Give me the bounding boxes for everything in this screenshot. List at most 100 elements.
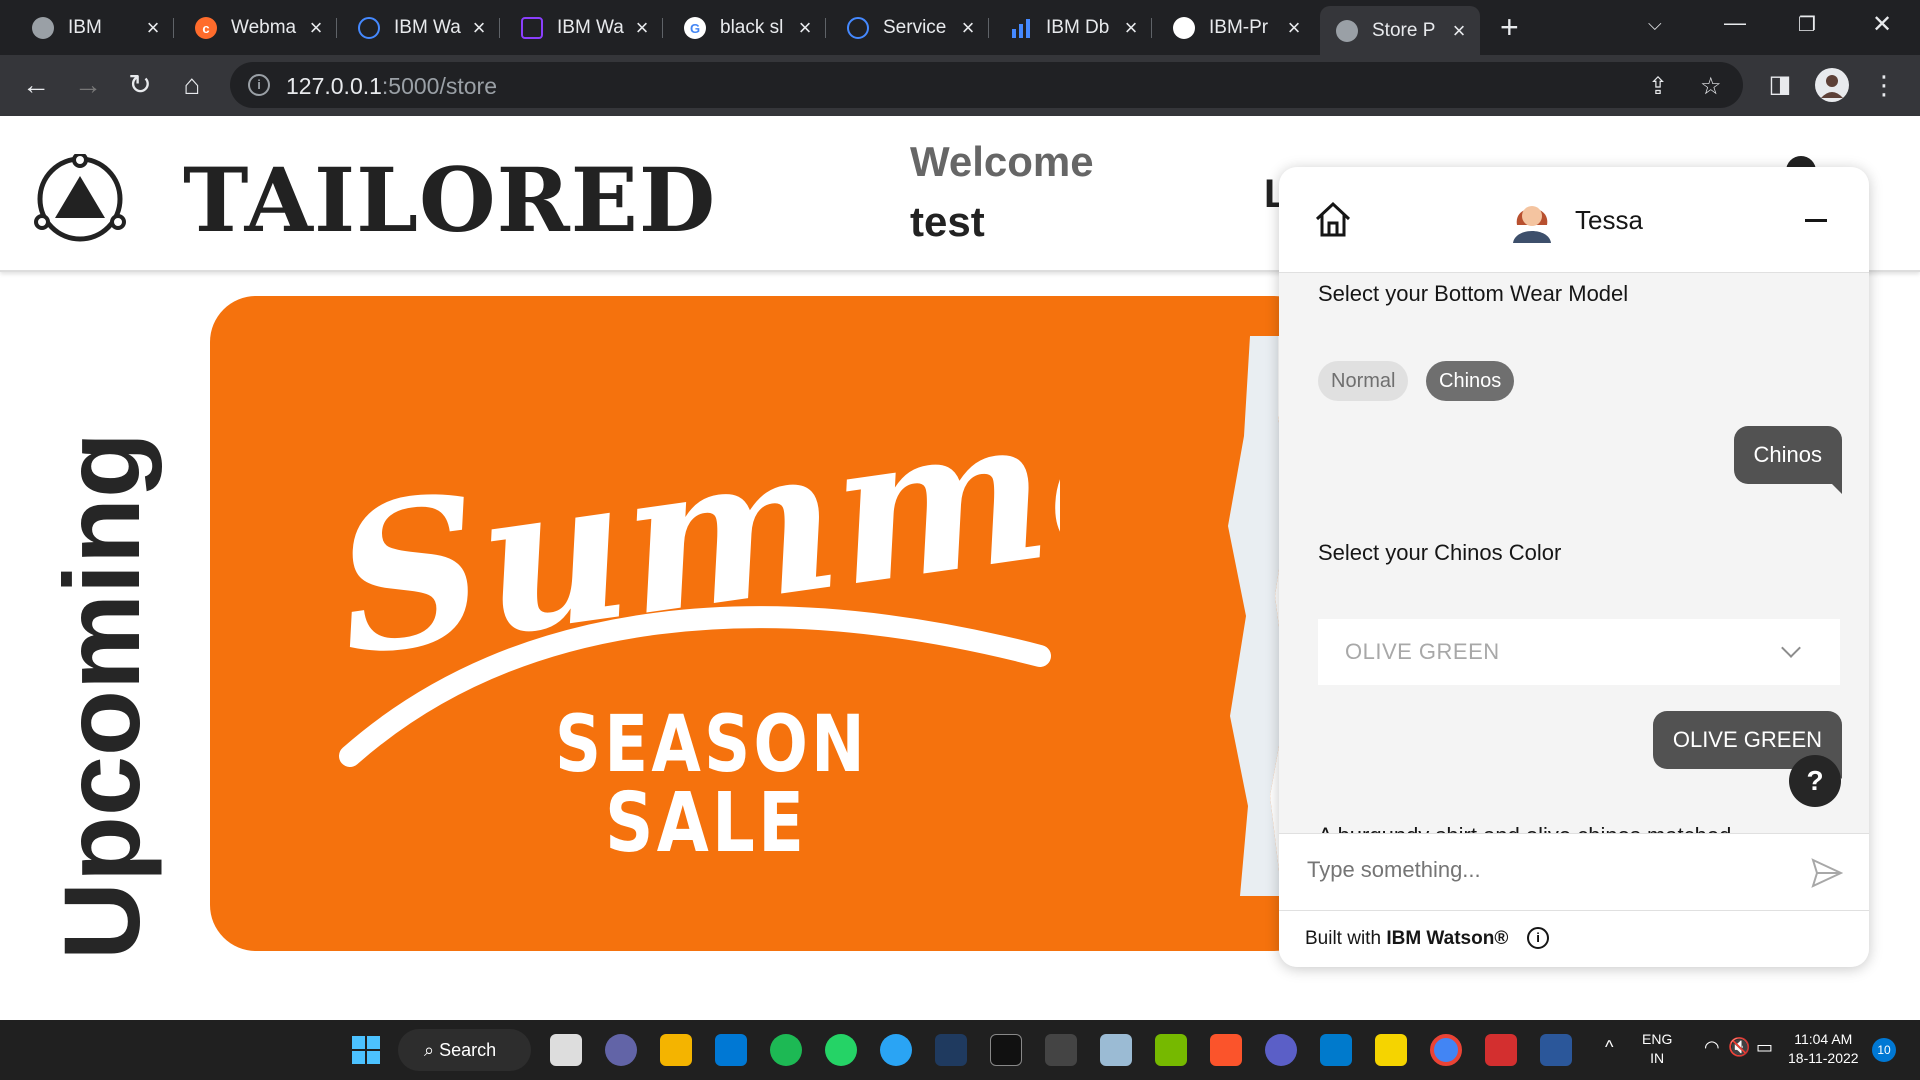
tab-service[interactable]: Service × [831, 8, 989, 48]
close-icon[interactable]: × [1448, 18, 1470, 44]
option-normal-button[interactable]: Normal [1318, 361, 1409, 401]
tab-title: IBM-Pr [1209, 17, 1269, 38]
globe-icon [32, 17, 54, 39]
app-icon[interactable] [1375, 1034, 1407, 1066]
windows-taskbar: ⌕ Search ^ ENG IN ◠ 🔇 ▭ 11:04 AM 18-11-202… [0, 1020, 1920, 1080]
wps-icon[interactable] [1485, 1034, 1517, 1066]
task-view-icon[interactable] [550, 1034, 582, 1066]
wifi-icon[interactable]: ◠ [1704, 1038, 1720, 1057]
profile-avatar[interactable] [1814, 67, 1850, 103]
url-text[interactable]: 127.0.0.1:5000/store [286, 73, 497, 100]
close-window-icon[interactable]: ✕ [1872, 10, 1892, 39]
tab-search-chevron-icon[interactable]: ⌵ [1648, 14, 1662, 35]
send-icon[interactable] [1811, 858, 1843, 888]
close-icon[interactable]: × [794, 15, 816, 41]
option-chinos-button[interactable]: Chinos [1426, 361, 1515, 401]
close-icon[interactable]: × [957, 15, 979, 41]
word-icon[interactable] [1540, 1034, 1572, 1066]
address-bar[interactable]: i 127.0.0.1:5000/store ⇪ ☆ [230, 62, 1743, 108]
google-icon: G [684, 17, 706, 39]
tab-ibm-watson-2[interactable]: IBM Wa × [505, 8, 663, 48]
built-with-label: Built with IBM Watson® [1305, 928, 1509, 949]
tab-ibm-db[interactable]: IBM Db × [994, 8, 1152, 48]
close-icon[interactable]: × [1283, 15, 1305, 41]
volume-muted-icon[interactable]: 🔇 [1728, 1038, 1750, 1057]
close-icon[interactable]: × [631, 15, 653, 41]
browser-toolbar: ← → ↻ ⌂ i 127.0.0.1:5000/store ⇪ ☆ ◨ ⋮ [0, 55, 1920, 116]
taskbar-search[interactable]: ⌕ Search [398, 1029, 531, 1071]
side-panel-icon[interactable]: ◨ [1762, 67, 1798, 103]
help-app-icon[interactable] [880, 1034, 912, 1066]
teams-chat-icon[interactable] [605, 1034, 637, 1066]
windows-start-icon[interactable] [350, 1034, 382, 1066]
home-icon[interactable] [1313, 199, 1353, 239]
file-explorer-icon[interactable] [660, 1034, 692, 1066]
nvidia-icon[interactable] [1155, 1034, 1187, 1066]
menu-kebab-icon[interactable]: ⋮ [1866, 67, 1902, 103]
brave-icon[interactable] [1210, 1034, 1242, 1066]
home-icon[interactable]: ⌂ [174, 67, 210, 103]
restore-icon[interactable]: ❐ [1798, 12, 1816, 37]
tab-store-active[interactable]: Store P × [1320, 6, 1480, 55]
chrome-icon[interactable] [1430, 1034, 1462, 1066]
vscode-icon[interactable] [1320, 1034, 1352, 1066]
svg-text:Summer: Summer [322, 356, 1060, 702]
chat-input[interactable] [1307, 857, 1777, 883]
site-info-icon[interactable]: i [248, 74, 270, 96]
chat-footer: Built with IBM Watson® i [1279, 911, 1869, 967]
photos-app-icon[interactable] [1100, 1034, 1132, 1066]
notification-badge[interactable]: 10 [1872, 1038, 1896, 1062]
upcoming-heading: Upcoming [41, 396, 162, 996]
bot-message: Select your Chinos Color [1318, 540, 1562, 565]
search-label: Search [439, 1040, 497, 1060]
tab-ibm[interactable]: IBM × [16, 8, 174, 48]
close-icon[interactable]: × [1120, 15, 1142, 41]
app-icon[interactable] [1265, 1034, 1297, 1066]
user-message: Chinos [1733, 426, 1843, 494]
clock[interactable]: 11:04 AM 18-11-2022 [1788, 1030, 1859, 1068]
close-icon[interactable]: × [305, 15, 327, 41]
info-icon[interactable]: i [1527, 927, 1549, 949]
color-dropdown[interactable]: OLIVE GREEN [1318, 619, 1840, 685]
epic-games-icon[interactable] [990, 1034, 1022, 1066]
github-icon [1173, 17, 1195, 39]
chat-header: Tessa [1279, 167, 1869, 273]
db2-chart-icon [1010, 17, 1032, 39]
help-button[interactable]: ? [1789, 755, 1841, 807]
summer-sale-banner[interactable]: Summer SEASON SALE [210, 296, 1320, 951]
minimize-chat-icon[interactable] [1805, 219, 1827, 222]
tab-title: IBM Db [1046, 17, 1110, 38]
battery-icon[interactable]: ▭ [1756, 1038, 1773, 1057]
tab-webmail[interactable]: c Webma × [179, 8, 337, 48]
bookmark-star-icon[interactable]: ☆ [1700, 72, 1722, 101]
tab-title: Service [883, 17, 947, 38]
username: test [910, 198, 985, 245]
reload-icon[interactable]: ↻ [122, 67, 158, 103]
banner-line-sale: SALE [605, 776, 808, 871]
spotify-icon[interactable] [770, 1034, 802, 1066]
back-icon[interactable]: ← [18, 67, 54, 103]
whatsapp-icon[interactable] [825, 1034, 857, 1066]
browser-tab-bar: IBM × c Webma × IBM Wa × IBM Wa × G blac… [0, 0, 1920, 55]
forward-icon[interactable]: → [70, 67, 106, 103]
audio-app-icon[interactable] [935, 1034, 967, 1066]
chevron-up-icon[interactable]: ^ [1605, 1038, 1613, 1057]
bot-name: Tessa [1575, 205, 1643, 235]
tab-title: IBM Wa [557, 17, 624, 38]
chat-widget: Tessa Select your Bottom Wear Model Norm… [1279, 167, 1869, 967]
tab-github[interactable]: IBM-Pr × [1157, 8, 1315, 48]
minimize-icon[interactable]: — [1724, 10, 1746, 36]
chat-input-bar [1279, 833, 1869, 911]
globe-icon [1336, 19, 1358, 42]
tab-ibm-watson-1[interactable]: IBM Wa × [342, 8, 500, 48]
new-tab-icon[interactable]: + [1500, 10, 1519, 44]
language-indicator[interactable]: ENG IN [1642, 1030, 1672, 1068]
tab-google-search[interactable]: G black sl × [668, 8, 826, 48]
ibm-cloud-icon [358, 17, 380, 39]
app-icon[interactable] [1045, 1034, 1077, 1066]
watson-assistant-icon [521, 17, 543, 39]
ms-store-icon[interactable] [715, 1034, 747, 1066]
close-icon[interactable]: × [142, 15, 164, 41]
close-icon[interactable]: × [468, 15, 490, 41]
share-icon[interactable]: ⇪ [1648, 72, 1668, 101]
